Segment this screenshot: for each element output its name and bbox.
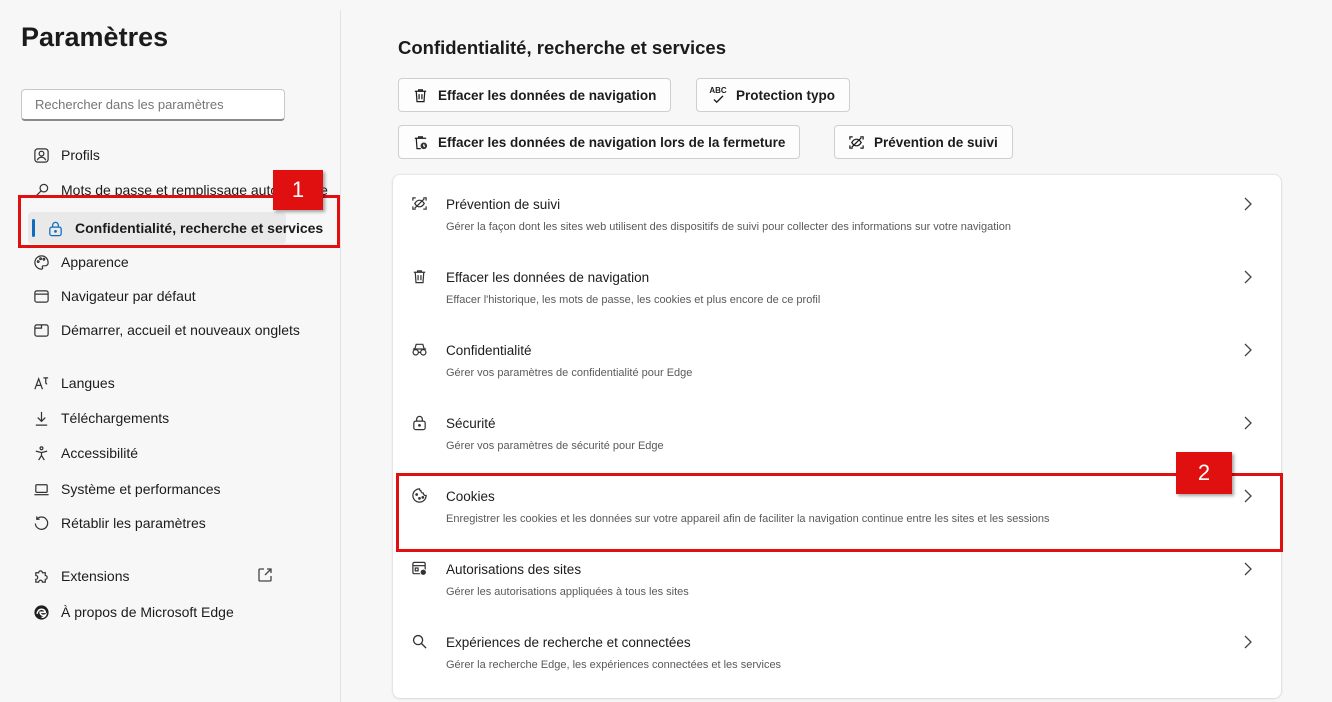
sidebar-item-label: Rétablir les paramètres — [61, 515, 206, 531]
settings-card: Prévention de suivi Gérer la façon dont … — [393, 175, 1281, 698]
settings-search-input[interactable] — [21, 89, 285, 121]
row-label: Expériences de recherche et connectées — [446, 635, 691, 650]
tab-icon — [32, 321, 50, 339]
spellcheck-icon: ABC — [709, 86, 727, 104]
row-label: Cookies — [446, 489, 495, 504]
sidebar-item-privacy[interactable]: Confidentialité, recherche et services — [46, 213, 323, 243]
row-label: Prévention de suivi — [446, 197, 561, 212]
sidebar-item-extensions[interactable]: Extensions — [32, 561, 129, 591]
chevron-right-icon — [1241, 487, 1255, 505]
chevron-right-icon — [1241, 268, 1255, 286]
quick-clear-on-close-button[interactable]: Effacer les données de navigation lors d… — [398, 125, 801, 159]
laptop-icon — [32, 480, 50, 498]
page-title: Paramètres — [21, 22, 169, 52]
section-title: Confidentialité, recherche et services — [398, 37, 726, 58]
row-security[interactable]: Sécurité Gérer vos paramètres de sécurit… — [393, 394, 1281, 466]
search-icon — [411, 633, 429, 651]
sidebar-item-system[interactable]: Système et performances — [32, 474, 221, 504]
row-description: Gérer la recherche Edge, les expériences… — [446, 659, 782, 671]
sidebar-item-default-browser[interactable]: Navigateur par défaut — [32, 281, 196, 311]
chevron-right-icon — [1241, 414, 1255, 432]
sidebar-item-label: Apparence — [61, 254, 129, 270]
spellcheck-icon-text: ABC — [709, 85, 727, 95]
tracking-icon — [847, 133, 865, 151]
sidebar-item-start-home[interactable]: Démarrer, accueil et nouveaux onglets — [32, 315, 300, 345]
quick-button-label: Effacer les données de navigation lors d… — [438, 134, 786, 150]
quick-button-label: Prévention de suivi — [874, 134, 998, 150]
row-description: Gérer vos paramètres de sécurité pour Ed… — [446, 440, 664, 452]
sidebar-item-label: Accessibilité — [61, 445, 139, 461]
external-link-icon[interactable] — [256, 566, 274, 584]
sidebar-item-label: Téléchargements — [61, 410, 170, 426]
active-indicator — [32, 219, 35, 237]
row-label: Effacer les données de navigation — [446, 270, 650, 285]
row-clear-browsing-data[interactable]: Effacer les données de navigation Efface… — [393, 248, 1281, 320]
quick-button-label: Protection typo — [736, 87, 836, 103]
sidebar-item-profils[interactable]: Profils — [32, 140, 100, 170]
quick-tracking-prevention-button[interactable]: Prévention de suivi — [834, 125, 1013, 159]
sidebar-item-label: Confidentialité, recherche et services — [75, 220, 324, 236]
row-description: Gérer les autorisations appliquées à tou… — [446, 586, 689, 598]
chevron-right-icon — [1241, 560, 1255, 578]
row-description: Gérer vos paramètres de confidentialité … — [446, 367, 693, 379]
sidebar: Paramètres Profils Mots de passe et remp… — [0, 0, 340, 702]
sidebar-item-accessibility[interactable]: Accessibilité — [32, 438, 138, 468]
chevron-right-icon — [1241, 341, 1255, 359]
row-label: Confidentialité — [446, 343, 532, 358]
palette-icon — [32, 253, 50, 271]
glasses-icon — [411, 341, 429, 359]
profile-icon — [32, 146, 50, 164]
quick-clear-data-button[interactable]: Effacer les données de navigation — [398, 78, 672, 112]
chevron-right-icon — [1241, 195, 1255, 213]
sidebar-item-label: Extensions — [61, 568, 130, 584]
tracking-icon — [411, 195, 429, 213]
site-permissions-icon — [411, 560, 429, 578]
key-icon — [32, 181, 50, 199]
sidebar-item-label: Profils — [61, 147, 100, 163]
sidebar-item-label: Langues — [61, 375, 115, 391]
trash-icon — [411, 86, 429, 104]
row-privacy[interactable]: Confidentialité Gérer vos paramètres de … — [393, 321, 1281, 393]
browser-icon — [32, 287, 50, 305]
sidebar-item-label: Navigateur par défaut — [61, 288, 196, 304]
sidebar-item-about[interactable]: À propos de Microsoft Edge — [32, 597, 234, 627]
sidebar-item-languages[interactable]: Langues — [32, 368, 115, 398]
reset-icon — [32, 514, 50, 532]
quick-button-label: Effacer les données de navigation — [438, 87, 657, 103]
accessibility-icon — [32, 444, 50, 462]
puzzle-icon — [32, 567, 50, 585]
annotation-number-1: 1 — [273, 170, 323, 210]
trash-clock-icon — [411, 133, 429, 151]
row-description: Gérer la façon dont les sites web utilis… — [446, 221, 1011, 233]
chevron-right-icon — [1241, 633, 1255, 651]
row-description: Enregistrer les cookies et les données s… — [446, 513, 1050, 525]
row-label: Autorisations des sites — [446, 562, 582, 577]
sidebar-divider — [340, 10, 341, 702]
row-search-experiences[interactable]: Expériences de recherche et connectées G… — [393, 613, 1281, 685]
download-icon — [32, 409, 50, 427]
sidebar-item-label: Système et performances — [61, 481, 221, 497]
row-label: Sécurité — [446, 416, 496, 431]
sidebar-item-label: À propos de Microsoft Edge — [61, 604, 234, 620]
row-tracking-prevention[interactable]: Prévention de suivi Gérer la façon dont … — [393, 175, 1281, 247]
row-description: Effacer l'historique, les mots de passe,… — [446, 294, 821, 306]
lock-icon — [46, 219, 64, 237]
sidebar-item-appearance[interactable]: Apparence — [32, 247, 129, 277]
quick-typo-protection-button[interactable]: ABC Protection typo — [696, 78, 851, 112]
row-site-permissions[interactable]: Autorisations des sites Gérer les autori… — [393, 540, 1281, 612]
sidebar-item-reset[interactable]: Rétablir les paramètres — [32, 508, 206, 538]
row-cookies[interactable]: Cookies Enregistrer les cookies et les d… — [393, 467, 1281, 539]
sidebar-item-downloads[interactable]: Téléchargements — [32, 403, 169, 433]
lock-icon — [411, 414, 429, 432]
language-icon — [32, 374, 50, 392]
sidebar-item-label: Démarrer, accueil et nouveaux onglets — [61, 322, 300, 338]
trash-icon — [411, 268, 429, 286]
edge-logo-icon — [32, 603, 50, 621]
cookie-icon — [411, 487, 429, 505]
annotation-number-2: 2 — [1176, 452, 1232, 494]
